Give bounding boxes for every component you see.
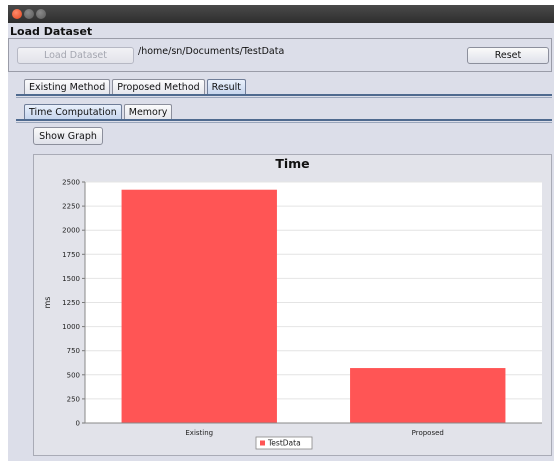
sub-tab-bar: Time Computation Memory bbox=[24, 104, 174, 119]
y-tick-label: 250 bbox=[67, 395, 80, 403]
sub-tab-divider-shadow bbox=[16, 122, 552, 123]
main-tab-divider bbox=[16, 94, 552, 96]
load-dataset-button[interactable]: Load Dataset bbox=[17, 47, 134, 64]
dataset-path-label: /home/sn/Documents/TestData bbox=[138, 46, 285, 57]
y-tick-label: 750 bbox=[67, 347, 80, 355]
bar-existing bbox=[121, 189, 277, 423]
y-tick-label: 2500 bbox=[62, 179, 80, 187]
y-tick-label: 500 bbox=[67, 371, 80, 379]
title-bar bbox=[8, 5, 554, 23]
legend-label: TestData bbox=[267, 439, 301, 448]
y-tick-label: 2250 bbox=[62, 203, 80, 211]
load-dataset-panel-title: Load Dataset bbox=[10, 25, 93, 38]
y-tick-label: 1250 bbox=[62, 299, 80, 307]
tab-result[interactable]: Result bbox=[206, 79, 247, 94]
time-bar-chart: 0 250 500 750 1000 1250 1500 1750 2000 2250 2500 Ex… bbox=[43, 179, 542, 450]
minimize-window-button[interactable] bbox=[24, 9, 34, 19]
close-window-button[interactable] bbox=[12, 9, 22, 19]
y-tick-label: 1750 bbox=[62, 251, 80, 259]
y-tick-label: 1000 bbox=[62, 323, 80, 331]
time-chart-panel: Time 0 250 500 750 1000 1250 1500 1750 2000 2250 2… bbox=[33, 154, 552, 456]
tab-existing-method[interactable]: Existing Method bbox=[24, 79, 111, 94]
tab-memory[interactable]: Memory bbox=[123, 104, 173, 119]
main-tab-divider-shadow bbox=[16, 97, 552, 98]
reset-button[interactable]: Reset bbox=[467, 47, 549, 64]
tab-time-computation[interactable]: Time Computation bbox=[24, 104, 122, 119]
bar-proposed bbox=[350, 368, 506, 423]
legend-swatch bbox=[260, 440, 265, 446]
main-tab-bar: Existing Method Proposed Method Result bbox=[24, 79, 248, 94]
x-tick-label: Existing bbox=[185, 429, 213, 437]
show-graph-button[interactable]: Show Graph bbox=[33, 127, 103, 145]
y-tick-label: 1500 bbox=[62, 275, 80, 283]
y-tick-label: 0 bbox=[76, 420, 80, 428]
sub-tab-divider bbox=[16, 119, 552, 121]
y-tick-label: 2000 bbox=[62, 227, 80, 235]
x-tick-label: Proposed bbox=[412, 429, 444, 437]
app-window: Load Dataset Load Dataset Reset /home/sn… bbox=[8, 5, 554, 461]
tab-proposed-method[interactable]: Proposed Method bbox=[112, 79, 205, 94]
y-axis-label: ms bbox=[43, 297, 52, 309]
maximize-window-button[interactable] bbox=[36, 9, 46, 19]
